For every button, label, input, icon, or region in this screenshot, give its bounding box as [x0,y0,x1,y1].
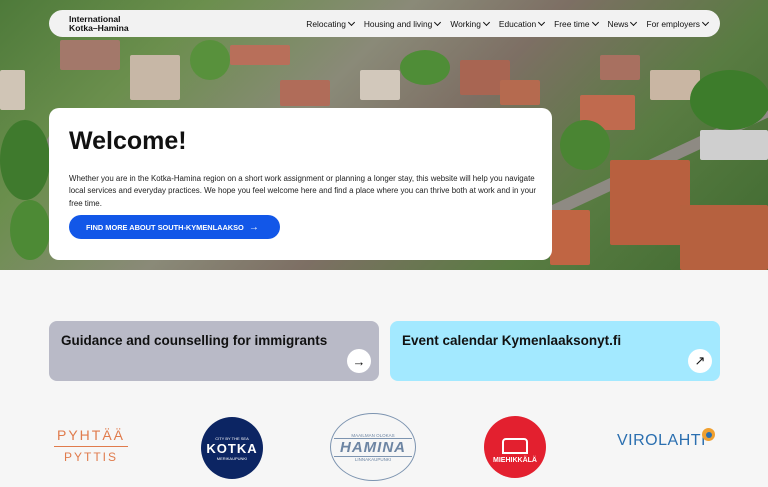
chevron-down-icon [347,18,355,26]
hamina-logo[interactable]: MAAILMAN OLOKAS HAMINA LINNAKAUPUNKI [330,413,416,481]
arrow-right-icon[interactable]: → [347,349,371,373]
event-calendar-card[interactable]: Event calendar Kymenlaaksonyt.fi ↗ [390,321,720,381]
site-logo[interactable]: International Kotka–Hamina [69,15,159,32]
card-title: Guidance and counselling for immigrants [61,333,328,348]
arrow-right-icon: → [248,221,259,233]
nav-item-news[interactable]: News [608,18,638,29]
find-more-button[interactable]: FIND MORE ABOUT SOUTH-KYMENLAAKSO → [69,215,280,239]
nav-item-housing[interactable]: Housing and living [364,18,442,29]
welcome-text: Whether you are in the Kotka-Hamina regi… [69,174,536,208]
welcome-card: Welcome! Whether you are in the Kotka-Ha… [49,108,552,260]
chevron-down-icon [630,18,638,26]
miehikkala-logo[interactable]: MIEHIKKÄLÄ [484,416,546,478]
guidance-card[interactable]: Guidance and counselling for immigrants … [49,321,379,381]
crest-icon [502,438,528,454]
nav-item-for-employers[interactable]: For employers [646,18,710,29]
kotka-logo[interactable]: CITY BY THE SEA KOTKA MERIKAUPUNKI [201,417,263,479]
nav-menu: Relocating Housing and living Working Ed… [306,18,710,29]
chevron-down-icon [434,18,442,26]
virolahti-logo[interactable]: VIROLAHTI [617,428,715,450]
external-arrow-icon[interactable]: ↗ [688,349,712,373]
chevron-down-icon [591,18,599,26]
chevron-down-icon [701,18,710,26]
nav-item-free-time[interactable]: Free time [554,18,599,29]
chevron-down-icon [538,18,546,26]
nav-item-education[interactable]: Education [499,18,546,29]
chevron-down-icon [482,18,490,26]
top-navigation: International Kotka–Hamina Relocating Ho… [49,10,720,37]
pyhtaa-logo[interactable]: PYHTÄÄ PYTTIS [50,427,132,464]
nav-item-relocating[interactable]: Relocating [306,18,355,29]
nav-item-working[interactable]: Working [450,18,490,29]
card-title: Event calendar Kymenlaaksonyt.fi [402,333,622,348]
page-title: Welcome! [69,127,187,155]
eye-icon [702,428,715,441]
